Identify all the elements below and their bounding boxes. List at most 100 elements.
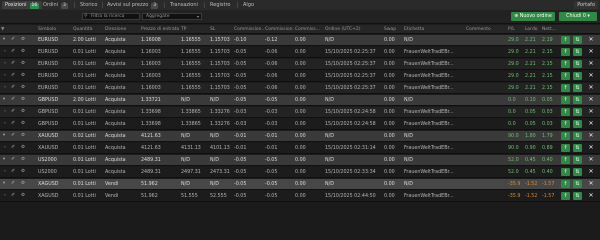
edit-icon[interactable]: ✐: [10, 85, 16, 91]
filter-search-input[interactable]: ⚲ Filtra la ricerca: [82, 13, 140, 20]
column-header[interactable]: Direzione: [105, 25, 140, 34]
column-header[interactable]: Commiss...: [295, 25, 324, 34]
column-header[interactable]: Commento: [466, 25, 506, 34]
position-row[interactable]: › ✐ ⚙ GBPUSD 0.01 Lotti Acquista 1.33698 1.3386…: [0, 119, 600, 130]
position-group-row[interactable]: ▾ ✐ ⚙ GBPUSD 2.00 Lotti Acquista 1.33721 N/D N/D…: [0, 95, 600, 106]
portfolio-button[interactable]: Portafo: [574, 1, 598, 9]
gear-icon[interactable]: ⚙: [20, 133, 26, 139]
chevron-down-icon[interactable]: ▾: [1, 157, 7, 163]
reverse-position-button[interactable]: ↑: [561, 96, 570, 104]
chevron-right-icon[interactable]: ›: [2, 193, 8, 199]
position-group-row[interactable]: ▾ ✐ ⚙ EURUSD 2.00 Lotti Acquista 1.16008 1.1655…: [0, 35, 600, 46]
reverse-position-button[interactable]: ↑: [561, 132, 570, 140]
close-all-button[interactable]: Chiudi 0 ▾: [559, 12, 597, 21]
double-position-button[interactable]: ⇅: [573, 60, 582, 68]
column-header[interactable]: Nett...: [542, 25, 558, 34]
edit-icon[interactable]: ✐: [10, 157, 16, 163]
double-position-button[interactable]: ⇅: [573, 108, 582, 116]
chevron-right-icon[interactable]: ›: [2, 61, 8, 67]
position-row[interactable]: › ✐ ⚙ EURUSD 0.01 Lotti Acquista 1.16003 1.1655…: [0, 71, 600, 82]
chevron-right-icon[interactable]: ›: [2, 145, 8, 151]
reverse-position-button[interactable]: ↑: [561, 48, 570, 56]
double-position-button[interactable]: ⇅: [573, 72, 582, 80]
position-row[interactable]: › ✐ ⚙ EURUSD 0.01 Lotti Acquista 1.16003 1.1655…: [0, 83, 600, 94]
tab-history[interactable]: Storico: [77, 1, 100, 9]
tab-orders[interactable]: Ordini 3: [40, 1, 71, 9]
double-position-button[interactable]: ⇅: [573, 96, 582, 104]
gear-icon[interactable]: ⚙: [20, 109, 26, 115]
position-group-row[interactable]: ▾ ✐ ⚙ XAUUSD 0.02 Lotti Acquista 4121.63 N/D N/D…: [0, 131, 600, 142]
gear-icon[interactable]: ⚙: [20, 73, 26, 79]
chevron-down-icon[interactable]: ▾: [1, 181, 7, 187]
tab-log[interactable]: Registro: [207, 1, 233, 9]
close-position-icon[interactable]: ✕: [587, 36, 595, 44]
reverse-position-button[interactable]: ↑: [561, 36, 570, 44]
reverse-position-button[interactable]: ↑: [561, 120, 570, 128]
close-position-icon[interactable]: ✕: [587, 180, 595, 188]
column-header[interactable]: Etichetta: [404, 25, 465, 34]
double-position-button[interactable]: ⇅: [573, 132, 582, 140]
position-row[interactable]: › ✐ ⚙ XAUUSD 0.01 Lotti Acquista 4121.63 4131.1…: [0, 143, 600, 154]
chevron-down-icon[interactable]: ▾: [1, 37, 7, 43]
tab-positions[interactable]: Posizioni 16: [2, 1, 43, 9]
close-position-icon[interactable]: ✕: [587, 108, 595, 116]
gear-icon[interactable]: ⚙: [20, 61, 26, 67]
collapse-all-icon[interactable]: ▼: [1, 26, 7, 34]
reverse-position-button[interactable]: ↑: [561, 156, 570, 164]
reverse-position-button[interactable]: ↑: [561, 168, 570, 176]
reverse-position-button[interactable]: ↑: [561, 180, 570, 188]
double-position-button[interactable]: ⇅: [573, 180, 582, 188]
edit-icon[interactable]: ✐: [10, 109, 16, 115]
edit-icon[interactable]: ✐: [10, 193, 16, 199]
chevron-down-icon[interactable]: ▾: [1, 97, 7, 103]
edit-icon[interactable]: ✐: [10, 145, 16, 151]
chevron-right-icon[interactable]: ›: [2, 73, 8, 79]
chevron-right-icon[interactable]: ›: [2, 85, 8, 91]
gear-icon[interactable]: ⚙: [20, 181, 26, 187]
aggregate-dropdown[interactable]: Aggregate ▾: [142, 13, 202, 20]
tab-transactions[interactable]: Transazioni: [167, 1, 201, 9]
edit-icon[interactable]: ✐: [10, 73, 16, 79]
position-row[interactable]: › ✐ ⚙ EURUSD 0.01 Lotti Acquista 1.16003 1.1655…: [0, 47, 600, 58]
double-position-button[interactable]: ⇅: [573, 168, 582, 176]
position-row[interactable]: › ✐ ⚙ GBPUSD 0.01 Lotti Acquista 1.33698 1.3386…: [0, 107, 600, 118]
position-group-row[interactable]: ▾ ✐ ⚙ US2000 0.01 Lotti Acquista 2489.31 N/D N/D…: [0, 155, 600, 166]
reverse-position-button[interactable]: ↑: [561, 108, 570, 116]
column-header[interactable]: Quantità: [73, 25, 104, 34]
column-header[interactable]: Prezzo di entrata: [141, 25, 180, 34]
gear-icon[interactable]: ⚙: [20, 37, 26, 43]
column-header[interactable]: TP: [181, 25, 209, 34]
column-header[interactable]: P/L: [508, 25, 525, 34]
double-position-button[interactable]: ⇅: [573, 36, 582, 44]
edit-icon[interactable]: ✐: [10, 61, 16, 67]
gear-icon[interactable]: ⚙: [20, 145, 26, 151]
edit-icon[interactable]: ✐: [10, 37, 16, 43]
close-position-icon[interactable]: ✕: [587, 72, 595, 80]
position-row[interactable]: › ✐ ⚙ EURUSD 0.01 Lotti Acquista 1.16003 1.1655…: [0, 59, 600, 70]
gear-icon[interactable]: ⚙: [20, 85, 26, 91]
column-header[interactable]: Commission...: [265, 25, 294, 34]
gear-icon[interactable]: ⚙: [20, 121, 26, 127]
reverse-position-button[interactable]: ↑: [561, 192, 570, 200]
new-order-button[interactable]: ⊕ Nuovo ordine: [511, 12, 555, 21]
column-header[interactable]: SL: [210, 25, 233, 34]
close-position-icon[interactable]: ✕: [587, 120, 595, 128]
gear-icon[interactable]: ⚙: [20, 193, 26, 199]
double-position-button[interactable]: ⇅: [573, 120, 582, 128]
column-header[interactable]: Ordine (UTC+2): [325, 25, 383, 34]
close-position-icon[interactable]: ✕: [587, 168, 595, 176]
gear-icon[interactable]: ⚙: [20, 49, 26, 55]
edit-icon[interactable]: ✐: [10, 133, 16, 139]
reverse-position-button[interactable]: ↑: [561, 144, 570, 152]
double-position-button[interactable]: ⇅: [573, 144, 582, 152]
position-group-row[interactable]: ▾ ✐ ⚙ XAGUSD 0.01 Lotti Vendi 51.962 N/D N/D -0.0…: [0, 179, 600, 190]
gear-icon[interactable]: ⚙: [20, 97, 26, 103]
double-position-button[interactable]: ⇅: [573, 84, 582, 92]
edit-icon[interactable]: ✐: [10, 169, 16, 175]
chevron-right-icon[interactable]: ›: [2, 121, 8, 127]
edit-icon[interactable]: ✐: [10, 97, 16, 103]
close-position-icon[interactable]: ✕: [587, 84, 595, 92]
double-position-button[interactable]: ⇅: [573, 156, 582, 164]
close-position-icon[interactable]: ✕: [587, 132, 595, 140]
edit-icon[interactable]: ✐: [10, 49, 16, 55]
